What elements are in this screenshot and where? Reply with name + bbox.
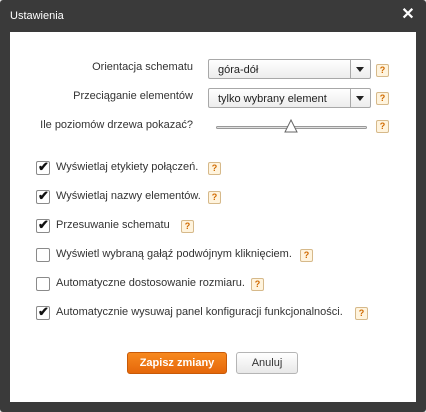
help-icon[interactable]: ? — [376, 120, 389, 133]
checkbox[interactable]: ✔ — [36, 188, 50, 204]
help-icon[interactable]: ? — [376, 64, 389, 77]
help-icon[interactable]: ? — [208, 162, 221, 175]
checkmark-icon: ✔ — [38, 188, 49, 203]
save-button[interactable]: Zapisz zmiany — [127, 352, 227, 374]
dragging-label: Przeciąganie elementów — [73, 90, 193, 102]
checkbox[interactable] — [36, 248, 50, 262]
dialog-titlebar: Ustawienia ✕ — [0, 0, 426, 32]
help-icon[interactable]: ? — [251, 278, 264, 291]
help-icon[interactable]: ? — [376, 92, 389, 105]
checkmark-icon: ✔ — [38, 217, 49, 232]
settings-panel: Orientacja schematu góra-dół ? Przeciąga… — [10, 32, 416, 402]
tree-levels-label: Ile poziomów drzewa pokazać? — [40, 119, 193, 131]
checkmark-icon: ✔ — [38, 159, 49, 174]
help-icon[interactable]: ? — [208, 191, 221, 204]
checkbox[interactable] — [36, 277, 50, 291]
orientation-value: góra-dół — [218, 64, 259, 76]
checkbox-label: Przesuwanie schematu — [56, 219, 170, 231]
slider-handle[interactable] — [284, 119, 298, 133]
dragging-value: tylko wybrany element — [218, 93, 327, 105]
checkmark-icon: ✔ — [38, 304, 49, 319]
chevron-down-icon — [350, 89, 370, 107]
chevron-down-icon — [350, 60, 370, 78]
settings-dialog: Ustawienia ✕ Orientacja schematu góra-dó… — [0, 0, 426, 412]
checkbox-label: Automatycznie wysuwaj panel konfiguracji… — [56, 306, 343, 318]
orientation-label: Orientacja schematu — [92, 61, 193, 73]
checkbox[interactable]: ✔ — [36, 159, 50, 175]
checkbox-label: Wyświetlaj nazwy elementów. — [56, 190, 201, 202]
help-icon[interactable]: ? — [355, 307, 368, 320]
checkbox[interactable]: ✔ — [36, 304, 50, 320]
help-icon[interactable]: ? — [300, 249, 313, 262]
dialog-title: Ustawienia — [10, 10, 64, 22]
checkbox-label: Automatyczne dostosowanie rozmiaru. — [56, 277, 245, 289]
orientation-select[interactable]: góra-dół — [208, 59, 371, 79]
help-icon[interactable]: ? — [181, 220, 194, 233]
checkbox-label: Wyświetlaj etykiety połączeń. — [56, 161, 199, 173]
checkbox-label: Wyświetl wybraną gałąź podwójnym kliknię… — [56, 248, 292, 260]
checkbox[interactable]: ✔ — [36, 217, 50, 233]
close-icon[interactable]: ✕ — [400, 7, 416, 23]
cancel-button[interactable]: Anuluj — [236, 352, 298, 374]
dragging-select[interactable]: tylko wybrany element — [208, 88, 371, 108]
